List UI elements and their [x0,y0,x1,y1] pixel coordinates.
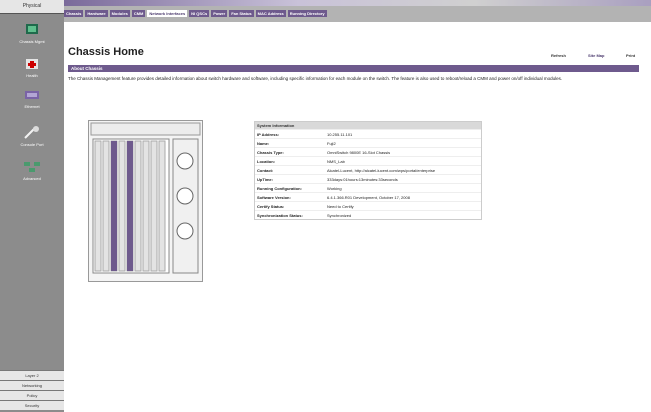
row-value: Need to Certify [327,203,354,209]
row-label: UpTime: [257,176,273,182]
sidebar-item-advanced[interactable]: Advanced [4,160,60,181]
sidebar-item-label: Ethernet [24,104,40,109]
console-cable-icon [24,126,39,139]
row-label: Synchronization Status: [257,212,303,218]
sidebar-item-label: Health [26,73,38,78]
table-row: Chassis Type: OmniSwitch 9800E 16-Slot C… [255,147,481,156]
table-row: UpTime: 333days:01hours:13minutes:33seco… [255,174,481,183]
page-title: Chassis Home [68,46,144,58]
sidebar: Physical Chassis Mgmt Health Ethernet Co… [0,0,64,412]
sidebar-item-label: Chassis Mgmt [19,39,45,44]
table-row: Contact: Alcatel-Lucent, http://alcatel-… [255,165,481,174]
tab-power[interactable]: Power [211,9,228,17]
sidebar-item-label: Console Port [20,142,44,147]
row-value: NMS_Lab [327,158,345,164]
fan-icons [176,152,194,240]
row-label: Contact: [257,167,274,173]
row-value: 10.255.11.101 [327,131,353,137]
network-icon [24,162,40,172]
chassis-diagram [90,122,201,274]
sidebar-tab-security[interactable]: Security [0,400,64,410]
table-row: Location: NMS_Lab [255,156,481,165]
sidebar-item-console-port[interactable]: Console Port [4,126,60,147]
print-link[interactable]: Print [626,53,635,58]
sidebar-tab-policy[interactable]: Policy [0,390,64,400]
sidebar-item-label: Advanced [23,176,41,181]
row-value: Working [327,185,342,191]
tab-hardware[interactable]: Hardware [85,9,108,17]
tab-chassis[interactable]: Chassis [64,9,84,17]
system-information-table: System Information IP Address: 10.255.11… [254,121,482,220]
row-label: Name: [257,140,270,146]
sidebar-tab-layer2[interactable]: Layer 2 [0,370,64,380]
ethernet-icon [25,91,39,99]
row-value: OmniSwitch 9800E 16-Slot Chassis [327,149,391,155]
sidebar-item-ethernet[interactable]: Ethernet [4,88,60,109]
table-row: Name: Fuji2 [255,138,481,147]
top-nav-bar: Chassis Hardware Modules CMM Network Int… [64,0,651,22]
system-information-title: System Information [255,122,481,129]
sidebar-item-chassis-mgmt[interactable]: Chassis Mgmt [4,23,60,44]
section-header: About Chassis [68,65,639,72]
section-description: The Chassis Management feature provides … [68,76,563,81]
top-tabs: Chassis Hardware Modules CMM Network Int… [64,7,329,19]
table-row: IP Address: 10.255.11.101 [255,129,481,138]
table-row: Running Configuration: Working [255,183,481,192]
row-value: Synchronized [327,212,352,218]
row-value: 6.4.1.366.R01 Development, October 17, 2… [327,194,410,200]
tab-fan-status[interactable]: Fan Status [229,9,254,17]
chassis-image[interactable] [88,120,203,282]
chassis-icon [26,24,38,34]
section-title: About Chassis [71,66,103,71]
row-label: Location: [257,158,275,164]
tab-ni-qscs[interactable]: NI QSCs [189,9,210,17]
site-map-link[interactable]: Site Map [588,53,604,58]
table-row: Certify Status: Need to Certify [255,201,481,210]
row-label: Running Configuration: [257,185,302,191]
table-row: Software Version: 6.4.1.366.R01 Developm… [255,192,481,201]
row-label: IP Address: [257,131,280,137]
row-label: Chassis Type: [257,149,284,155]
tab-network-interfaces[interactable]: Network Interfaces [147,9,188,17]
row-value: 333days:01hours:13minutes:33seconds [327,176,398,182]
row-label: Certify Status: [257,203,285,209]
health-icon [26,59,38,69]
tab-mac-address[interactable]: MAC Address [255,9,286,17]
header-banner [64,0,651,6]
row-label: Software Version: [257,194,291,200]
sidebar-item-health[interactable]: Health [4,57,60,78]
main-content: Chassis Home Refresh Site Map Print Abou… [64,22,651,412]
row-value: Fuji2 [327,140,336,146]
tab-modules[interactable]: Modules [109,9,130,17]
row-value: Alcatel-Lucent, http://alcatel-lucent.co… [327,167,436,173]
sidebar-tab-networking[interactable]: Networking [0,380,64,390]
table-row: Synchronization Status: Synchronized [255,210,481,219]
tab-cmm[interactable]: CMM [131,9,146,17]
refresh-link[interactable]: Refresh [551,53,566,58]
tab-running-directory[interactable]: Running Directory [287,9,327,17]
sidebar-tab-physical[interactable]: Physical [0,0,64,14]
